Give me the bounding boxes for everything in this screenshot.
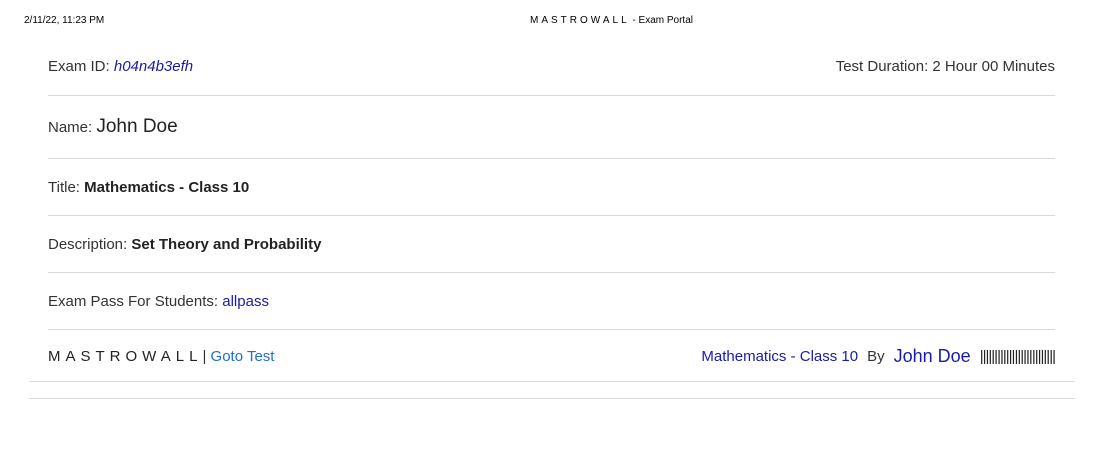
print-title-brand: MASTROWALL xyxy=(530,15,630,26)
footer-row: MASTROWALL| Goto Test Mathematics - Clas… xyxy=(48,330,1056,383)
print-title-suffix: - Exam Portal xyxy=(629,15,693,26)
test-duration-label: Test Duration: xyxy=(835,58,933,75)
footer-right: Mathematics - Class 10 By John Doe |||||… xyxy=(701,346,1056,367)
footer-author: John Doe xyxy=(893,346,971,366)
exam-pass-value: allpass xyxy=(222,292,269,310)
exam-description: Description: Set Theory and Probability xyxy=(48,236,321,253)
exam-id: Exam ID: h04n4b3efh xyxy=(48,58,193,75)
exam-card: Exam ID: h04n4b3efh Test Duration: 2 Hou… xyxy=(48,38,1056,383)
exam-id-row: Exam ID: h04n4b3efh Test Duration: 2 Hou… xyxy=(48,38,1055,96)
footer-brand: MASTROWALL xyxy=(48,348,203,365)
title-row: Title: Mathematics - Class 10 xyxy=(48,159,1055,216)
exam-pass-label: Exam Pass For Students: xyxy=(48,292,223,310)
exam-id-value: h04n4b3efh xyxy=(113,58,194,75)
test-duration-value: 2 Hour 00 Minutes xyxy=(932,58,1055,75)
test-duration: Test Duration: 2 Hour 00 Minutes xyxy=(836,58,1055,75)
print-header: 2/11/22, 11:23 PM MASTROWALL - Exam Port… xyxy=(0,15,1101,29)
barcode-graphic: |||||||||||||||||||||||||| xyxy=(979,348,1056,365)
name-row: Name: John Doe xyxy=(48,96,1055,159)
description-value: Set Theory and Probability xyxy=(131,235,322,253)
exam-id-label: Exam ID: xyxy=(48,58,114,75)
footer-by: By xyxy=(867,348,885,365)
footer-separator: | xyxy=(202,348,207,365)
title-value: Mathematics - Class 10 xyxy=(84,178,250,196)
exam-pass-row: Exam Pass For Students: allpass xyxy=(48,273,1055,330)
divider xyxy=(29,398,1075,399)
footer-course: Mathematics - Class 10 xyxy=(701,348,859,365)
description-label: Description: xyxy=(48,235,132,253)
goto-test-link[interactable]: Goto Test xyxy=(211,348,275,365)
exam-pass: Exam Pass For Students: allpass xyxy=(48,293,269,310)
print-date: 2/11/22, 11:23 PM xyxy=(24,15,105,26)
print-title: MASTROWALL - Exam Portal xyxy=(530,15,693,26)
name-label: Name: xyxy=(48,119,97,136)
description-row: Description: Set Theory and Probability xyxy=(48,216,1055,273)
exam-title: Title: Mathematics - Class 10 xyxy=(48,179,249,196)
name-value: John Doe xyxy=(96,116,178,137)
divider xyxy=(29,381,1075,382)
student-name: Name: John Doe xyxy=(48,116,178,138)
footer-left: MASTROWALL| Goto Test xyxy=(48,348,274,365)
title-label: Title: xyxy=(48,178,85,196)
